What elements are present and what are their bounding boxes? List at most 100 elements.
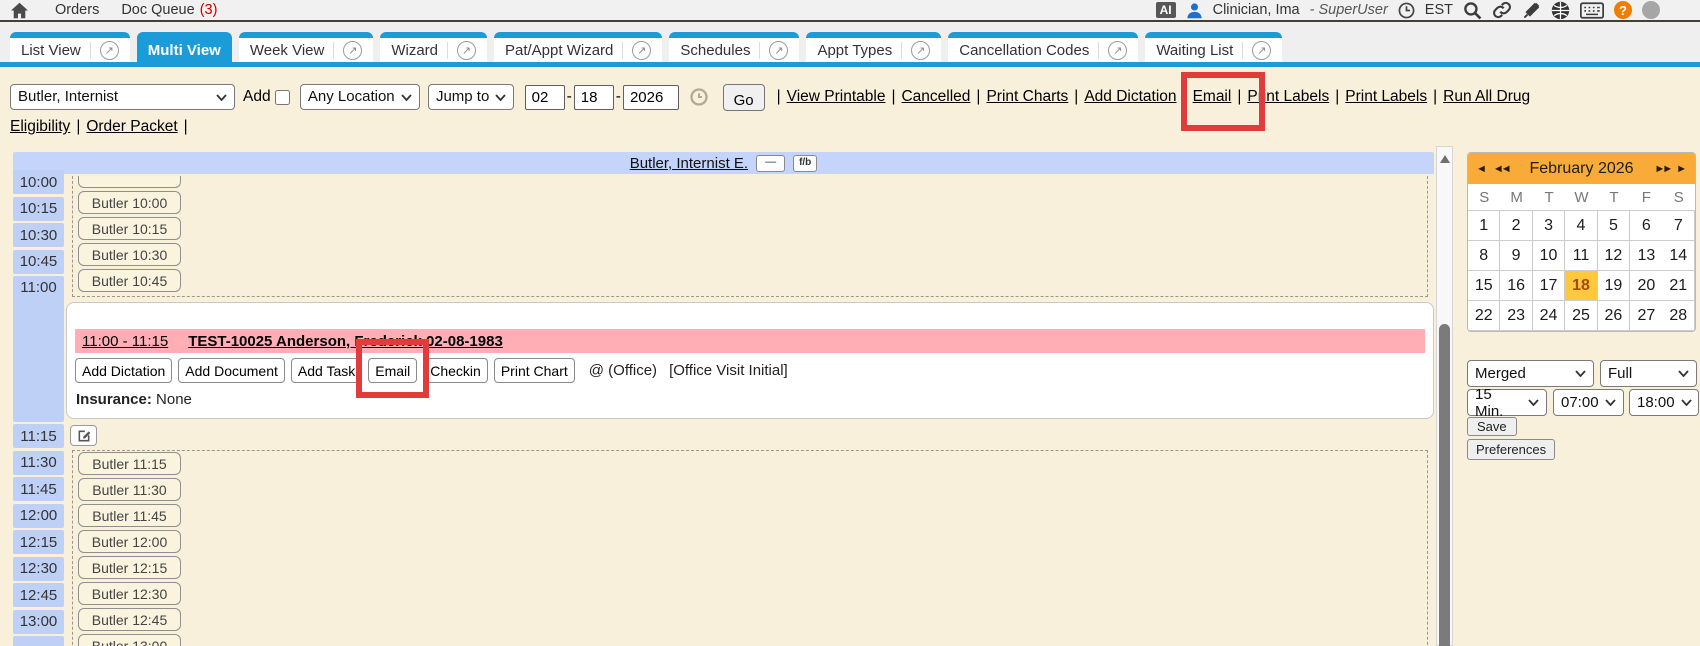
syringe-icon[interactable] [1522, 1, 1541, 20]
appointment-time-link[interactable]: 11:00 - 11:15 [82, 333, 168, 350]
appt-add-dictation-button[interactable]: Add Dictation [75, 358, 172, 383]
keyboard-icon[interactable] [1580, 2, 1604, 19]
open-slot-button[interactable]: Butler 12:45 [78, 608, 181, 631]
calendar-day[interactable]: 2 [1500, 211, 1532, 241]
edit-slot-button[interactable] [70, 425, 97, 446]
open-slot-button[interactable]: Butler 12:00 [78, 530, 181, 553]
view-printable-link[interactable]: View Printable [787, 88, 886, 105]
tab-wizard[interactable]: Wizard ↗ [380, 32, 487, 62]
add-provider-checkbox[interactable] [275, 90, 290, 105]
calendar-day[interactable]: 23 [1500, 301, 1532, 331]
tab-multi-view[interactable]: Multi View ↗ [137, 32, 232, 62]
calendar-day[interactable]: 18 [1565, 271, 1597, 301]
schedule-scrollbar[interactable] [1436, 146, 1453, 646]
print-charts-link[interactable]: Print Charts [986, 88, 1068, 105]
home-icon[interactable] [10, 2, 29, 19]
date-clock-icon[interactable] [690, 88, 708, 106]
open-slot-button[interactable]: Butler 10:30 [78, 243, 181, 266]
appt-add-task-button[interactable]: Add Task [291, 358, 362, 383]
collapse-column-button[interactable]: — [756, 155, 785, 172]
cancelled-link[interactable]: Cancelled [901, 88, 970, 105]
calendar-day[interactable]: 22 [1468, 301, 1500, 331]
calendar-day[interactable]: 8 [1468, 241, 1500, 271]
calendar-day[interactable]: 3 [1533, 211, 1565, 241]
link-icon[interactable] [1492, 0, 1512, 20]
calendar-day[interactable]: 21 [1663, 271, 1695, 301]
open-slot-button[interactable]: Butler 10:15 [78, 217, 181, 240]
appt-print-chart-button[interactable]: Print Chart [494, 358, 575, 383]
user-icon[interactable] [1186, 2, 1203, 19]
tab-schedules[interactable]: Schedules ↗ [669, 32, 799, 62]
appt-email-button[interactable]: Email [368, 358, 417, 383]
calendar-day[interactable]: 17 [1533, 271, 1565, 301]
view-mode-select[interactable]: Merged [1467, 360, 1594, 387]
calendar-day[interactable]: 26 [1598, 301, 1630, 331]
print-labels-link-2[interactable]: Print Labels [1345, 88, 1427, 105]
external-link-icon[interactable]: ↗ [769, 41, 788, 60]
calendar-prev-month-icon[interactable]: ◄ [1476, 163, 1487, 175]
external-link-icon[interactable]: ↗ [911, 41, 930, 60]
calendar-day[interactable]: 1 [1468, 211, 1500, 241]
date-day-input[interactable]: 18 [574, 85, 614, 110]
calendar-day[interactable]: 28 [1663, 301, 1695, 331]
calendar-day[interactable]: 24 [1533, 301, 1565, 331]
search-icon[interactable] [1463, 1, 1482, 20]
add-dictation-link[interactable]: Add Dictation [1084, 88, 1176, 105]
provider-column-title-link[interactable]: Butler, Internist E. [630, 155, 748, 172]
open-slot-button[interactable]: Butler 12:15 [78, 556, 181, 579]
globe-icon[interactable] [1551, 1, 1570, 20]
external-link-icon[interactable]: ↗ [1252, 41, 1271, 60]
open-slot-button[interactable]: Butler 10:45 [78, 269, 181, 292]
open-slot-button[interactable]: Butler 11:45 [78, 504, 181, 527]
calendar-day[interactable]: 9 [1500, 241, 1532, 271]
interval-select[interactable]: 15 Min. [1467, 389, 1547, 416]
date-year-input[interactable]: 2026 [623, 85, 679, 110]
calendar-day[interactable]: 11 [1565, 241, 1597, 271]
appointment-patient-link[interactable]: TEST-10025 Anderson, Frederick 02-08-198… [188, 333, 503, 350]
calendar-day[interactable]: 6 [1630, 211, 1662, 241]
preferences-button[interactable]: Preferences [1467, 439, 1555, 460]
calendar-day[interactable]: 12 [1598, 241, 1630, 271]
day-end-select[interactable]: 18:00 [1629, 389, 1699, 416]
date-month-input[interactable]: 02 [525, 85, 565, 110]
calendar-day[interactable]: 27 [1630, 301, 1662, 331]
open-slot-button[interactable] [78, 176, 181, 188]
scrollbar-up-arrow[interactable] [1440, 155, 1450, 163]
calendar-next-year-icon[interactable]: ►► [1654, 163, 1670, 175]
toolbar-email-link[interactable]: Email [1193, 88, 1232, 105]
calendar-day[interactable]: 7 [1663, 211, 1695, 241]
fb-button[interactable]: f/b [793, 155, 817, 172]
external-link-icon[interactable]: ↗ [343, 41, 362, 60]
appt-checkin-button[interactable]: Checkin [423, 358, 488, 383]
order-packet-link[interactable]: Order Packet [86, 118, 177, 135]
tab-cancellation-codes[interactable]: Cancellation Codes ↗ [948, 32, 1138, 62]
zoom-mode-select[interactable]: Full [1600, 360, 1697, 387]
open-slot-button[interactable]: Butler 11:30 [78, 478, 181, 501]
calendar-day[interactable]: 14 [1663, 241, 1695, 271]
tab-list-view[interactable]: List View ↗ [10, 32, 130, 62]
jump-to-select[interactable]: Jump to [428, 84, 514, 110]
calendar-day[interactable]: 19 [1598, 271, 1630, 301]
calendar-day[interactable]: 13 [1630, 241, 1662, 271]
tab-pat-appt-wizard[interactable]: Pat/Appt Wizard ↗ [494, 32, 662, 62]
tab-week-view[interactable]: Week View ↗ [239, 32, 373, 62]
external-link-icon[interactable]: ↗ [632, 41, 651, 60]
tab-waiting-list[interactable]: Waiting List ↗ [1145, 32, 1282, 62]
scrollbar-thumb[interactable] [1439, 324, 1450, 646]
calendar-day[interactable]: 16 [1500, 271, 1532, 301]
save-button[interactable]: Save [1467, 417, 1517, 436]
open-slot-button[interactable]: Butler 11:15 [78, 452, 181, 475]
calendar-day[interactable]: 5 [1598, 211, 1630, 241]
ai-badge[interactable]: AI [1156, 2, 1176, 18]
external-link-icon[interactable]: ↗ [100, 41, 119, 60]
calendar-prev-year-icon[interactable]: ◄◄ [1493, 163, 1509, 175]
calendar-day[interactable]: 15 [1468, 271, 1500, 301]
help-icon[interactable]: ? [1614, 1, 1632, 19]
external-link-icon[interactable]: ↗ [1108, 41, 1127, 60]
print-labels-link[interactable]: Print Labels [1247, 88, 1329, 105]
go-button[interactable]: Go [723, 84, 765, 111]
location-select[interactable]: Any Location [300, 84, 420, 110]
external-link-icon[interactable]: ↗ [457, 41, 476, 60]
calendar-day[interactable]: 10 [1533, 241, 1565, 271]
open-slot-button[interactable]: Butler 13:00 [78, 634, 181, 646]
